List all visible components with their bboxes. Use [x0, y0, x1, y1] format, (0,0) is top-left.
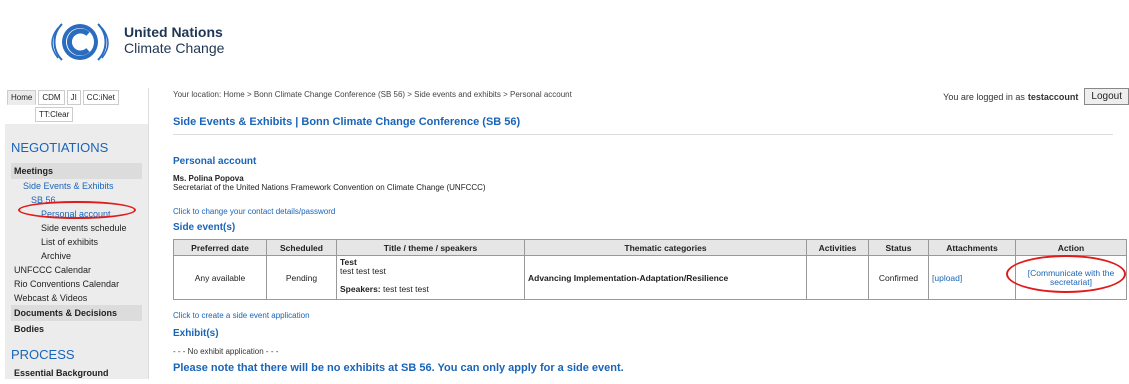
exhibits-heading: Exhibit(s) [173, 328, 219, 339]
col-thematic: Thematic categories [524, 239, 807, 256]
tab-cdm[interactable]: CDM [38, 90, 65, 105]
tab-ji[interactable]: JI [66, 90, 81, 105]
upload-link[interactable]: [upload] [928, 255, 1016, 300]
page-title: Side Events & Exhibits | Bonn Climate Ch… [173, 116, 521, 128]
create-side-event-link[interactable]: Click to create a side event application [173, 311, 310, 320]
cell-scheduled: Pending [266, 255, 337, 300]
sidebar-item-rio-calendar[interactable]: Rio Conventions Calendar [11, 277, 142, 291]
sidebar-item-unfccc-calendar[interactable]: UNFCCC Calendar [11, 263, 142, 277]
tab-home[interactable]: Home [7, 90, 37, 105]
sidebar-tabs: Home CDM JI CC:iNet TT:Clear [5, 88, 148, 124]
col-preferred-date: Preferred date [173, 239, 267, 256]
sidebar-item-essential-background[interactable]: Essential Background [11, 362, 142, 384]
exhibits-note: Please note that there will be no exhibi… [173, 362, 624, 374]
sidebar-item-sb56[interactable]: SB 56 [11, 193, 142, 207]
breadcrumb: Your location: Home > Bonn Climate Chang… [173, 90, 572, 99]
sidebar-item-side-events-schedule[interactable]: Side events schedule [11, 221, 142, 235]
speakers-value: test test test [383, 284, 429, 294]
login-prefix: You are logged in as [943, 91, 1025, 102]
sidebar-item-documents[interactable]: Documents & Decisions [11, 305, 142, 321]
sidebar-heading-process: PROCESS [11, 347, 75, 362]
sidebar-heading-negotiations: NEGOTIATIONS [11, 140, 109, 155]
event-theme: test test test [340, 266, 386, 276]
communicate-secretariat-link[interactable]: [Communicate with the secretariat] [1015, 255, 1127, 300]
cell-activities [806, 255, 869, 300]
sidebar: Home CDM JI CC:iNet TT:Clear NEGOTIATION… [5, 88, 149, 379]
tab-cc-inet[interactable]: CC:iNet [82, 90, 119, 105]
org-line2: Climate Change [124, 40, 225, 56]
event-speakers: Speakers: test test test [340, 285, 521, 294]
side-events-heading: Side event(s) [173, 222, 236, 233]
sidebar-item-list-of-exhibits[interactable]: List of exhibits [11, 235, 142, 249]
col-title: Title / theme / speakers [336, 239, 525, 256]
col-status: Status [868, 239, 929, 256]
no-exhibit-text: - - - No exhibit application - - - [173, 347, 279, 356]
speakers-label: Speakers: [340, 284, 381, 294]
col-activities: Activities [806, 239, 869, 256]
tab-tt-clear[interactable]: TT:Clear [35, 107, 74, 122]
cell-title: Test test test test Speakers: test test … [336, 255, 525, 300]
sidebar-item-webcast[interactable]: Webcast & Videos [11, 291, 142, 305]
login-status: You are logged in as testaccount Logout [943, 88, 1129, 105]
cell-thematic: Advancing Implementation-Adaptation/Resi… [524, 255, 807, 300]
change-details-link[interactable]: Click to change your contact details/pas… [173, 207, 335, 216]
sidebar-item-personal-account[interactable]: Personal account [11, 207, 142, 221]
personal-account-heading: Personal account [173, 156, 257, 167]
person-details: Ms. Polina Popova Secretariat of the Uni… [173, 174, 486, 192]
org-name: United Nations Climate Change [124, 24, 224, 56]
unfccc-logo [48, 10, 112, 74]
col-scheduled: Scheduled [266, 239, 337, 256]
person-org: Secretariat of the United Nations Framew… [173, 183, 486, 192]
cell-status: Confirmed [868, 255, 929, 300]
sidebar-item-side-events-exhibits[interactable]: Side Events & Exhibits [11, 179, 142, 193]
sidebar-item-bodies[interactable]: Bodies [11, 321, 142, 337]
cell-preferred-date: Any available [173, 255, 267, 300]
username: testaccount [1027, 91, 1079, 102]
sidebar-item-archive[interactable]: Archive [11, 249, 142, 263]
side-events-table: Preferred date Scheduled Title / theme /… [173, 239, 1127, 300]
divider [173, 134, 1113, 135]
table-row: Any available Pending Test test test tes… [173, 255, 1127, 300]
logout-button[interactable]: Logout [1084, 88, 1129, 105]
col-action: Action [1015, 239, 1127, 256]
sidebar-item-meetings[interactable]: Meetings [11, 163, 142, 179]
col-attachments: Attachments [928, 239, 1016, 256]
org-line1: United Nations [124, 24, 223, 40]
person-name: Ms. Polina Popova [173, 174, 244, 183]
